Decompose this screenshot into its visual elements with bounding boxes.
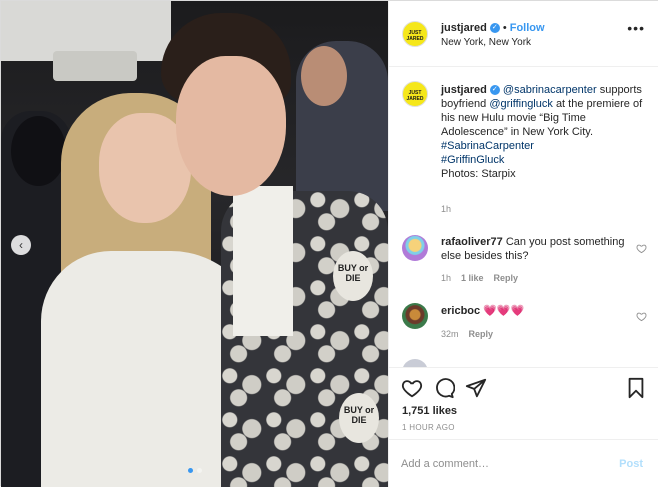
caption-credit: Photos: Starpix — [441, 168, 516, 180]
header-username[interactable]: justjared — [441, 22, 487, 34]
comment-body: ericboc 💗💗💗 — [441, 304, 626, 318]
like-comment-heart-icon[interactable] — [636, 311, 647, 322]
comment-meta: 1h 1 like Reply — [441, 273, 518, 283]
photo-background-fixture — [53, 51, 137, 81]
avatar[interactable] — [402, 235, 428, 261]
comment-text: 💗💗💗 — [483, 305, 525, 317]
post-actions: 1,751 likes 1 HOUR AGO — [389, 367, 658, 439]
hashtag-link[interactable]: #SabrinaCarpenter — [441, 140, 534, 152]
post-photo[interactable]: BUY or DIE BUY or DIE ‹ — [1, 1, 388, 487]
avatar[interactable] — [402, 359, 428, 367]
save-bookmark-icon[interactable] — [625, 377, 647, 399]
post-caption: justjared ✓ @sabrinacarpenter supports bo… — [441, 83, 653, 181]
comment-username[interactable]: rafaoliver77 — [441, 236, 503, 248]
mention-link[interactable]: @sabrinacarpenter — [503, 84, 597, 96]
comment-body: rafaoliver77 Can you post something else… — [441, 235, 626, 263]
reply-button[interactable]: Reply — [469, 329, 494, 339]
more-options-icon[interactable]: ••• — [627, 21, 645, 35]
likes-count[interactable]: 1,751 likes — [402, 405, 457, 417]
caption-username[interactable]: justjared — [441, 84, 487, 96]
previous-photo-button[interactable]: ‹ — [11, 235, 31, 255]
comment-username[interactable]: ericboc — [441, 305, 480, 317]
photo-jacket-patch: BUY or DIE — [333, 251, 373, 301]
add-comment-input[interactable] — [401, 454, 601, 474]
photo-background-person-left-head — [11, 116, 66, 186]
verified-badge-icon: ✓ — [489, 85, 500, 96]
avatar[interactable]: JUST JARED — [402, 21, 428, 47]
comment-meta: 32m Reply — [441, 329, 493, 339]
comment-time: 1h — [441, 273, 452, 283]
follow-button[interactable]: Follow — [510, 22, 545, 34]
chevron-left-icon: ‹ — [19, 238, 23, 252]
header-user-line: justjared ✓ • Follow — [441, 22, 545, 34]
location-link[interactable]: New York, New York — [441, 37, 531, 48]
post-header: JUST JARED justjared ✓ • Follow New York, N… — [389, 1, 658, 67]
hashtag-link[interactable]: #GriffinGluck — [441, 154, 504, 166]
post-comment-button[interactable]: Post — [619, 458, 643, 470]
caption-timestamp: 1h — [441, 204, 452, 214]
carousel-dot — [197, 468, 202, 473]
caption-avatar[interactable]: JUST JARED — [402, 81, 428, 107]
comment-composer: Post — [389, 439, 658, 487]
comment-bubble-icon[interactable] — [433, 377, 455, 399]
photo-man-shirt — [233, 186, 293, 336]
comment-likes[interactable]: 1 like — [461, 273, 484, 283]
like-heart-icon[interactable] — [401, 377, 423, 399]
share-paper-plane-icon[interactable] — [465, 377, 487, 399]
photo-jacket-patch: BUY or DIE — [339, 393, 379, 443]
avatar[interactable] — [402, 303, 428, 329]
photo-background-person-right-face — [301, 46, 347, 106]
carousel-indicator — [188, 468, 202, 473]
post-side-panel: JUST JARED justjared ✓ • Follow New York, N… — [388, 1, 658, 487]
separator-dot: • — [502, 22, 507, 34]
post-timestamp: 1 HOUR AGO — [402, 423, 455, 432]
carousel-dot-active — [188, 468, 193, 473]
post-modal: BUY or DIE BUY or DIE ‹ JUST JARED justj… — [0, 0, 658, 487]
reply-button[interactable]: Reply — [494, 273, 519, 283]
comment-time: 32m — [441, 329, 459, 339]
comments-scroll-area[interactable]: JUST JARED justjared ✓ @sabrinacarpenter … — [389, 67, 658, 367]
photo-man-face — [176, 56, 286, 196]
like-comment-heart-icon[interactable] — [636, 243, 647, 254]
mention-link[interactable]: @griffingluck — [489, 98, 553, 110]
verified-badge-icon: ✓ — [489, 23, 500, 34]
